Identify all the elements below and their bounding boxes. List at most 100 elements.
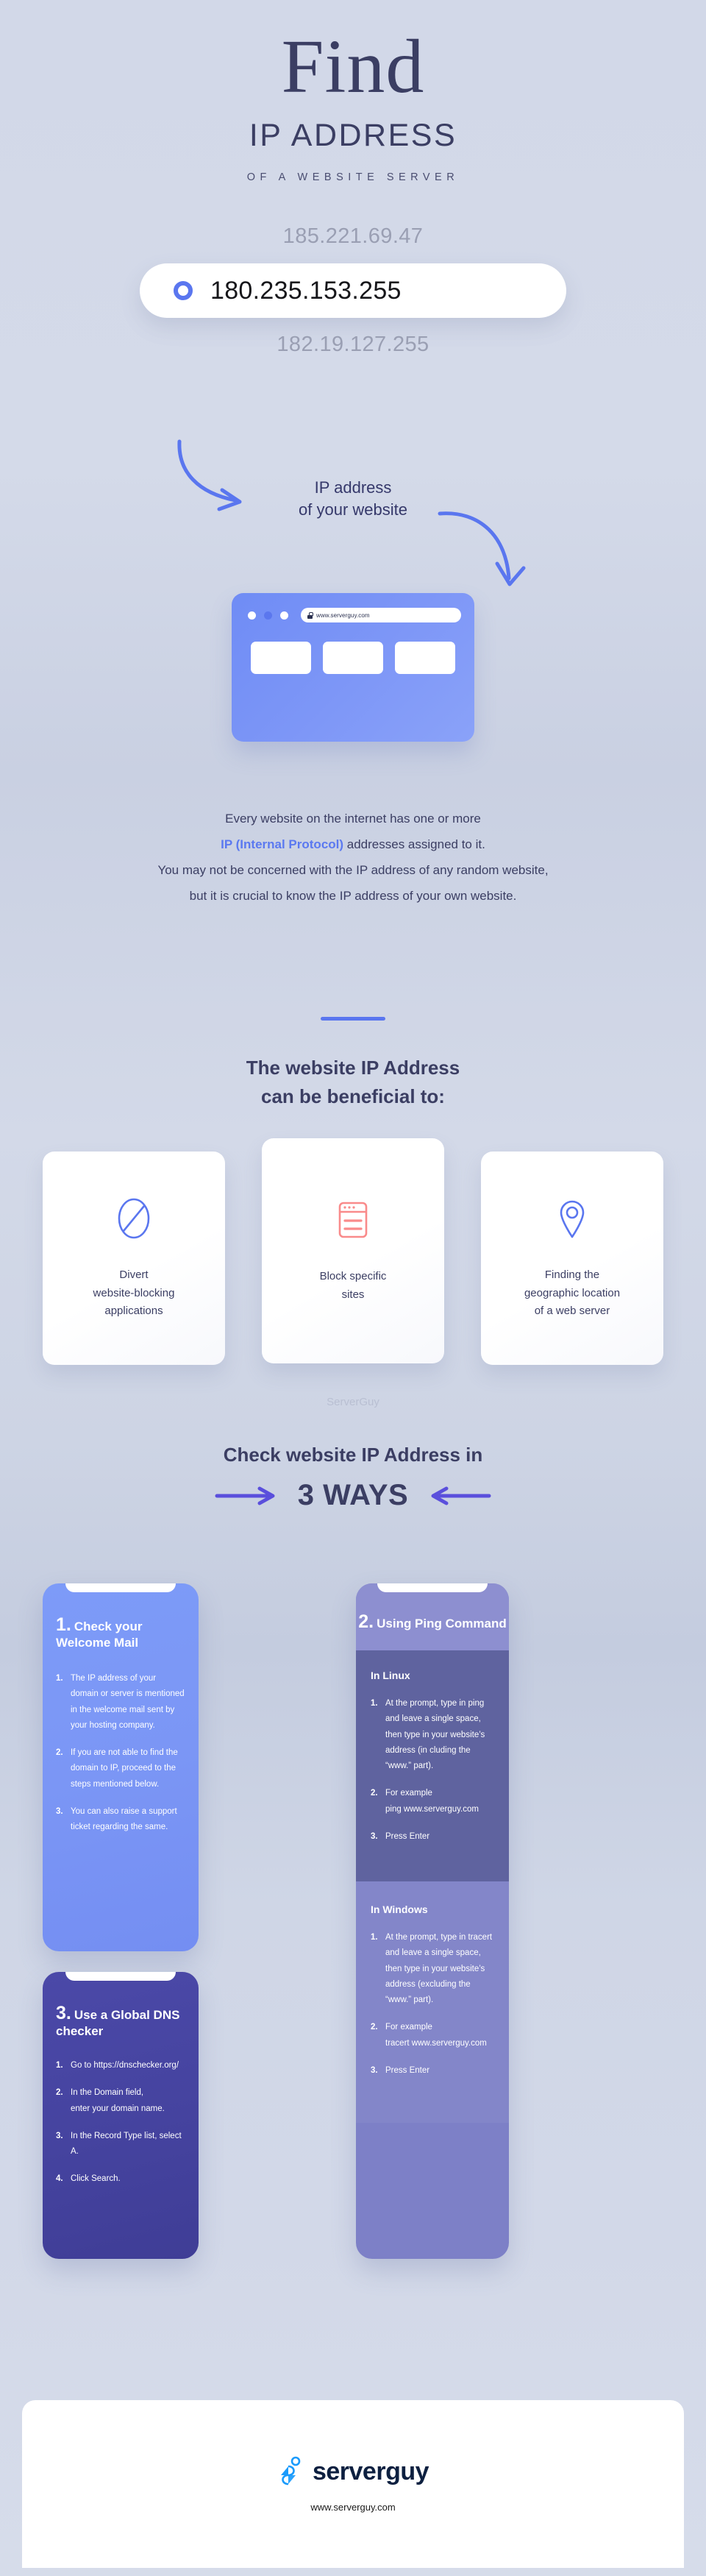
benefit-text-line-1: Block specific [319, 1270, 387, 1283]
step-text: If you are not able to find the domain t… [71, 1748, 178, 1789]
step-text: At the prompt, type in ping and leave a … [385, 1699, 485, 1771]
watermark-text: ServerGuy [327, 1396, 379, 1408]
list-item: 2. For example ping www.serverguy.com [371, 1786, 494, 1817]
intro-line-2-rest: addresses assigned to it. [343, 837, 485, 851]
step-number: 2. [371, 2023, 378, 2032]
curved-arrow-left-icon [177, 439, 242, 511]
list-item: 3. You can also raise a support ticket r… [56, 1804, 185, 1836]
content-tile [395, 642, 455, 674]
step-card-2-title: Using Ping Command [377, 1617, 507, 1631]
browser-window-icon [337, 1197, 369, 1243]
ip-search-value: 180.235.153.255 [210, 276, 402, 305]
list-item: 1. Go to https://dnschecker.org/ [56, 2058, 185, 2073]
step-number: 2. [371, 1789, 378, 1798]
benefit-card-divert[interactable]: Divert website-blocking applications [43, 1152, 225, 1365]
step-text: Press Enter [385, 1831, 430, 1841]
ip-search-input[interactable]: 180.235.153.255 [140, 263, 566, 319]
browser-dot-3-icon [280, 611, 288, 620]
step-text: Click Search. [71, 2174, 121, 2184]
list-item: 3. In the Record Type list, select A. [56, 2129, 185, 2160]
benefit-text-line-2: geographic location [524, 1286, 621, 1299]
linux-step-list: 1. At the prompt, type in ping and leave… [371, 1696, 494, 1845]
list-item: 1. The IP address of your domain or serv… [56, 1671, 185, 1734]
windows-step-list: 1. At the prompt, type in tracert and le… [371, 1930, 494, 2079]
step-text: Go to https://dnschecker.org/ [71, 2061, 179, 2070]
curved-arrow-right-icon [438, 511, 526, 586]
step-number: 1. [371, 1699, 378, 1708]
step-card-ping-command[interactable]: 2. Using Ping Command In Linux 1. At the … [356, 1583, 509, 2259]
step-card-1-heading: 1. Check your Welcome Mail [56, 1614, 185, 1650]
prohibited-icon [117, 1196, 151, 1241]
browser-dot-2-icon [264, 611, 272, 620]
benefit-card-geo-location[interactable]: Finding the geographic location of a web… [481, 1152, 663, 1365]
arrow-left-icon [431, 1486, 491, 1505]
footer: serverguy www.serverguy.com [22, 2400, 684, 2568]
hero-header: Find IP ADDRESS OF A WEBSITE SERVER [0, 0, 706, 183]
phone-notch [65, 1583, 176, 1592]
location-pin-icon [557, 1196, 588, 1241]
benefits-title-line-2: can be beneficial to: [261, 1085, 445, 1107]
step-card-2-windows-section: In Windows 1. At the prompt, type in tra… [356, 1881, 509, 2123]
footer-logo[interactable]: serverguy [277, 2456, 429, 2488]
step-number: 1. [56, 1674, 63, 1683]
ip-search-block: 185.221.69.47 180.235.153.255 182.19.127… [0, 224, 706, 357]
step-text: For example tracert www.serverguy.com [385, 2023, 487, 2048]
step-text: You can also raise a support ticket rega… [71, 1806, 177, 1832]
benefit-text-line-1: Divert [119, 1268, 149, 1281]
step-card-2-linux-section: In Linux 1. At the prompt, type in ping … [356, 1650, 509, 1882]
serverguy-logo-icon [280, 2456, 301, 2485]
step-card-3-heading: 3. Use a Global DNS checker [56, 2003, 185, 2039]
intro-line-1: Every website on the internet has one or… [225, 812, 481, 826]
page-title: Find [281, 24, 425, 109]
list-item: 1. At the prompt, type in ping and leave… [371, 1696, 494, 1774]
ip-callout-label: IP address of your website [299, 477, 407, 522]
phone-notch [377, 1583, 488, 1592]
step-text: Press Enter [385, 2065, 430, 2075]
benefits-section-title: The website IP Address can be beneficial… [0, 1054, 706, 1111]
browser-mockup: www.serverguy.com [232, 593, 474, 742]
browser-url-bar[interactable]: www.serverguy.com [301, 608, 461, 622]
step-number: 1. [56, 2061, 63, 2070]
step-card-welcome-mail[interactable]: 1. Check your Welcome Mail 1. The IP addr… [43, 1583, 199, 1951]
list-item: 3. Press Enter [371, 1829, 494, 1845]
benefits-title-line-1: The website IP Address [246, 1057, 460, 1079]
benefit-card-block-sites[interactable]: Block specific sites [262, 1138, 444, 1363]
step-number: 2. [56, 2088, 63, 2098]
browser-dot-1-icon [248, 611, 256, 620]
step-card-1-index: 1. [56, 1614, 71, 1635]
step-card-dns-checker[interactable]: 3. Use a Global DNS checker 1. Go to http… [43, 1972, 199, 2259]
step-text: At the prompt, type in tracert and leave… [385, 1933, 493, 2005]
footer-url: www.serverguy.com [310, 2501, 396, 2513]
content-tile [251, 642, 311, 674]
phone-notch [65, 1972, 176, 1981]
benefit-text-line-2: sites [341, 1288, 365, 1301]
list-item: 2. In the Domain field, enter your domai… [56, 2085, 185, 2117]
step-text: In the Domain field, enter your domain n… [71, 2088, 165, 2113]
list-item: 3. Press Enter [371, 2063, 494, 2079]
content-tile [323, 642, 383, 674]
step-card-2-header: 2. Using Ping Command [356, 1583, 509, 1650]
intro-highlight: IP (Internal Protocol) [221, 837, 344, 851]
benefit-text-line-3: of a web server [534, 1305, 610, 1318]
step-number: 1. [371, 1933, 378, 1942]
browser-url-text: www.serverguy.com [316, 611, 370, 619]
ways-count-label: 3 WAYS [297, 1479, 409, 1511]
step-number: 4. [56, 2174, 63, 2184]
intro-line-2: IP (Internal Protocol) addresses assigne… [0, 832, 706, 858]
footer-logo-text: serverguy [312, 2458, 429, 2485]
benefit-card-text: Divert website-blocking applications [93, 1266, 175, 1321]
browser-content-tiles [232, 622, 474, 674]
ip-callout-line-2: of your website [299, 500, 407, 519]
ip-ghost-top: 185.221.69.47 [282, 224, 424, 249]
intro-line-4: but it is crucial to know the IP address… [189, 888, 517, 903]
step-text: In the Record Type list, select A. [71, 2131, 182, 2157]
step-text: For example ping www.serverguy.com [385, 1789, 479, 1814]
step-card-1-list: 1. The IP address of your domain or serv… [56, 1671, 185, 1835]
infographic-page: Find IP ADDRESS OF A WEBSITE SERVER 185.… [0, 0, 706, 2576]
step-card-2-index: 2. [358, 1611, 374, 1632]
lock-icon [307, 611, 313, 619]
benefit-text-line-2: website-blocking [93, 1286, 175, 1299]
step-card-3-list: 1. Go to https://dnschecker.org/ 2. In t… [56, 2058, 185, 2188]
page-subtitle: IP ADDRESS [249, 118, 457, 154]
step-text: The IP address of your domain or server … [71, 1674, 185, 1730]
